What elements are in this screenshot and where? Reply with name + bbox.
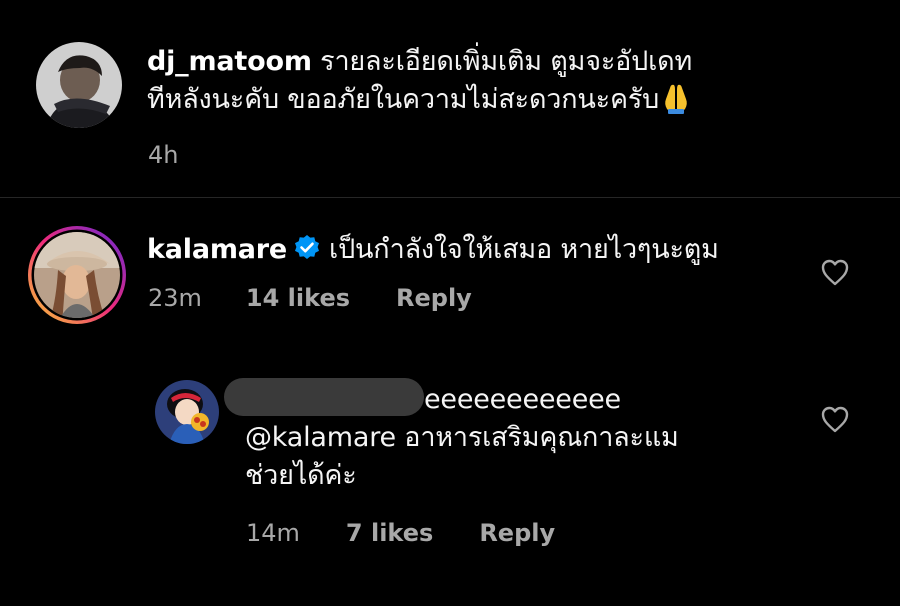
avatar[interactable] — [155, 380, 219, 444]
avatar[interactable] — [36, 42, 122, 128]
username-visible-part[interactable]: eeeeeeeeeeee — [424, 384, 621, 415]
folded-hands-icon — [659, 82, 693, 114]
redacted-username — [224, 378, 424, 416]
reply-comment: eeeeeeeeeeee @kalamare อาหารเสริมคุณกาละ… — [0, 360, 900, 560]
likes-count[interactable]: 7 likes — [346, 519, 433, 547]
reply-text-line1: @kalamare อาหารเสริมคุณกาละแม — [245, 422, 679, 453]
reply-text-line2: ช่วยได้ค่ะ — [245, 460, 357, 491]
reply-meta: 14m 7 likes Reply — [246, 519, 555, 547]
comment-meta: 23m 14 likes Reply — [148, 284, 472, 312]
verified-badge-icon — [293, 234, 321, 262]
avatar-story-ring[interactable] — [26, 224, 128, 326]
heart-outline-icon[interactable] — [820, 258, 850, 286]
redaction-bar — [224, 378, 424, 416]
comment-text-line1: รายละเอียดเพิ่มเติม ตูมจะอัปเดท — [320, 46, 693, 77]
comment-text: dj_matoom รายละเอียดเพิ่มเติม ตูมจะอัปเด… — [147, 43, 867, 119]
reply-button[interactable]: Reply — [479, 519, 555, 547]
likes-count[interactable]: 14 likes — [246, 284, 350, 312]
reply-button[interactable]: Reply — [396, 284, 472, 312]
username[interactable]: kalamare — [147, 234, 287, 265]
timestamp: 14m — [246, 519, 300, 547]
comment-kalamare: kalamare เป็นกำลังใจให้เสมอ หายไวๆนะตูม … — [0, 198, 900, 338]
timestamp: 23m — [148, 284, 202, 312]
username[interactable]: dj_matoom — [147, 46, 312, 77]
timestamp: 4h — [148, 141, 179, 169]
comment-dj-matoom: dj_matoom รายละเอียดเพิ่มเติม ตูมจะอัปเด… — [0, 0, 900, 197]
comment-text: kalamare เป็นกำลังใจให้เสมอ หายไวๆนะตูม — [147, 231, 847, 269]
heart-outline-icon[interactable] — [820, 405, 850, 433]
comment-text-line2: ทีหลังนะคับ ขออภัยในความไม่สะดวกนะครับ — [147, 84, 660, 115]
reply-text: eeeeeeeeeeee @kalamare อาหารเสริมคุณกาละ… — [224, 378, 865, 495]
comment-text-line: เป็นกำลังใจให้เสมอ หายไวๆนะตูม — [329, 234, 719, 265]
comment-meta: 4h — [148, 141, 178, 169]
